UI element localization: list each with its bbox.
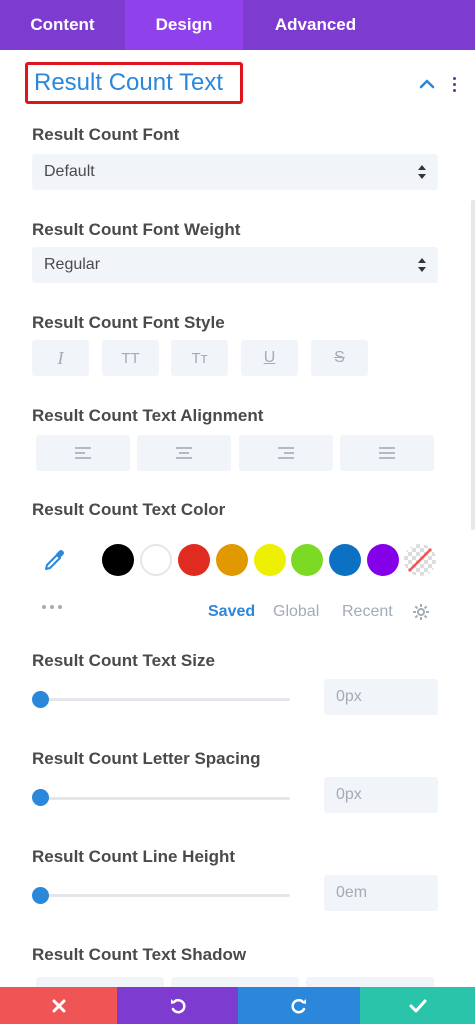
gear-icon[interactable] (412, 603, 430, 621)
color-swatch-green[interactable] (291, 544, 323, 576)
text-size-slider-handle[interactable] (32, 691, 49, 708)
close-icon (52, 999, 65, 1012)
align-left-icon (75, 447, 91, 459)
line-height-input[interactable]: 0em (324, 875, 438, 911)
chevron-up-icon[interactable] (417, 74, 437, 94)
color-swatch-orange[interactable] (216, 544, 248, 576)
color-swatch-purple[interactable] (367, 544, 399, 576)
undo-icon (170, 998, 186, 1013)
color-swatch-black[interactable] (102, 544, 134, 576)
italic-icon: I (57, 347, 64, 368)
tab-design[interactable]: Design (125, 0, 243, 50)
line-height-slider-track[interactable] (40, 894, 290, 897)
font-label: Result Count Font (32, 125, 180, 144)
align-center-button[interactable] (137, 435, 231, 471)
align-right-icon (278, 447, 294, 459)
text-alignment-label: Result Count Text Alignment (32, 406, 264, 425)
text-size-slider-track[interactable] (40, 698, 290, 701)
section-title[interactable]: Result Count Text (25, 62, 243, 104)
bottom-action-bar (0, 987, 475, 1024)
color-swatch-yellow[interactable] (254, 544, 286, 576)
color-swatch-red[interactable] (178, 544, 210, 576)
text-shadow-option[interactable] (36, 977, 164, 987)
strikethrough-icon: S (334, 349, 345, 366)
underline-icon: U (263, 349, 276, 366)
line-height-label: Result Count Line Height (32, 847, 236, 866)
font-weight-label: Result Count Font Weight (32, 220, 241, 239)
text-shadow-label: Result Count Text Shadow (32, 945, 247, 964)
font-select[interactable]: Default (32, 154, 438, 190)
color-swatch-blue[interactable] (329, 544, 361, 576)
redo-button[interactable] (238, 987, 360, 1024)
underline-button[interactable]: U (241, 340, 298, 376)
italic-button[interactable]: I (32, 340, 89, 376)
eyedropper-icon[interactable] (42, 547, 68, 573)
font-weight-select-value: Regular (44, 256, 101, 273)
text-color-label: Result Count Text Color (32, 500, 226, 519)
font-weight-select[interactable]: Regular (32, 247, 438, 283)
more-dots-icon[interactable] (42, 600, 68, 614)
select-caret-icon (418, 165, 426, 179)
line-height-slider-handle[interactable] (32, 887, 49, 904)
tab-bar: Content Design Advanced (0, 0, 475, 50)
uppercase-icon: TT (121, 349, 140, 367)
kebab-menu-icon[interactable] (448, 72, 460, 96)
align-center-icon (176, 447, 192, 459)
save-button[interactable] (360, 987, 475, 1024)
capitalize-icon: Tт (191, 349, 208, 367)
select-caret-icon (418, 258, 426, 272)
strikethrough-button[interactable]: S (311, 340, 368, 376)
align-right-button[interactable] (239, 435, 333, 471)
letter-spacing-slider-track[interactable] (40, 797, 290, 800)
text-size-label: Result Count Text Size (32, 651, 215, 670)
saved-colors-tab[interactable]: Saved (208, 603, 255, 621)
discard-button[interactable] (0, 987, 117, 1024)
tab-advanced[interactable]: Advanced (243, 0, 388, 50)
color-swatch-none[interactable] (404, 544, 436, 576)
text-shadow-option[interactable] (306, 977, 434, 987)
letter-spacing-label: Result Count Letter Spacing (32, 749, 261, 768)
capitalize-button[interactable]: Tт (171, 340, 228, 376)
text-shadow-option[interactable] (171, 977, 299, 987)
align-left-button[interactable] (36, 435, 130, 471)
scrollbar[interactable] (471, 200, 475, 530)
align-justify-icon (379, 447, 395, 459)
check-icon (409, 999, 426, 1012)
undo-button[interactable] (117, 987, 238, 1024)
letter-spacing-input[interactable]: 0px (324, 777, 438, 813)
letter-spacing-slider-handle[interactable] (32, 789, 49, 806)
font-style-label: Result Count Font Style (32, 313, 225, 332)
align-justify-button[interactable] (340, 435, 434, 471)
global-colors-tab[interactable]: Global (273, 603, 319, 621)
tab-content[interactable]: Content (0, 0, 125, 50)
recent-colors-tab[interactable]: Recent (342, 603, 393, 621)
text-size-input[interactable]: 0px (324, 679, 438, 715)
font-select-value: Default (44, 163, 95, 180)
uppercase-button[interactable]: TT (102, 340, 159, 376)
redo-icon (291, 998, 306, 1013)
color-swatch-white[interactable] (140, 544, 172, 576)
